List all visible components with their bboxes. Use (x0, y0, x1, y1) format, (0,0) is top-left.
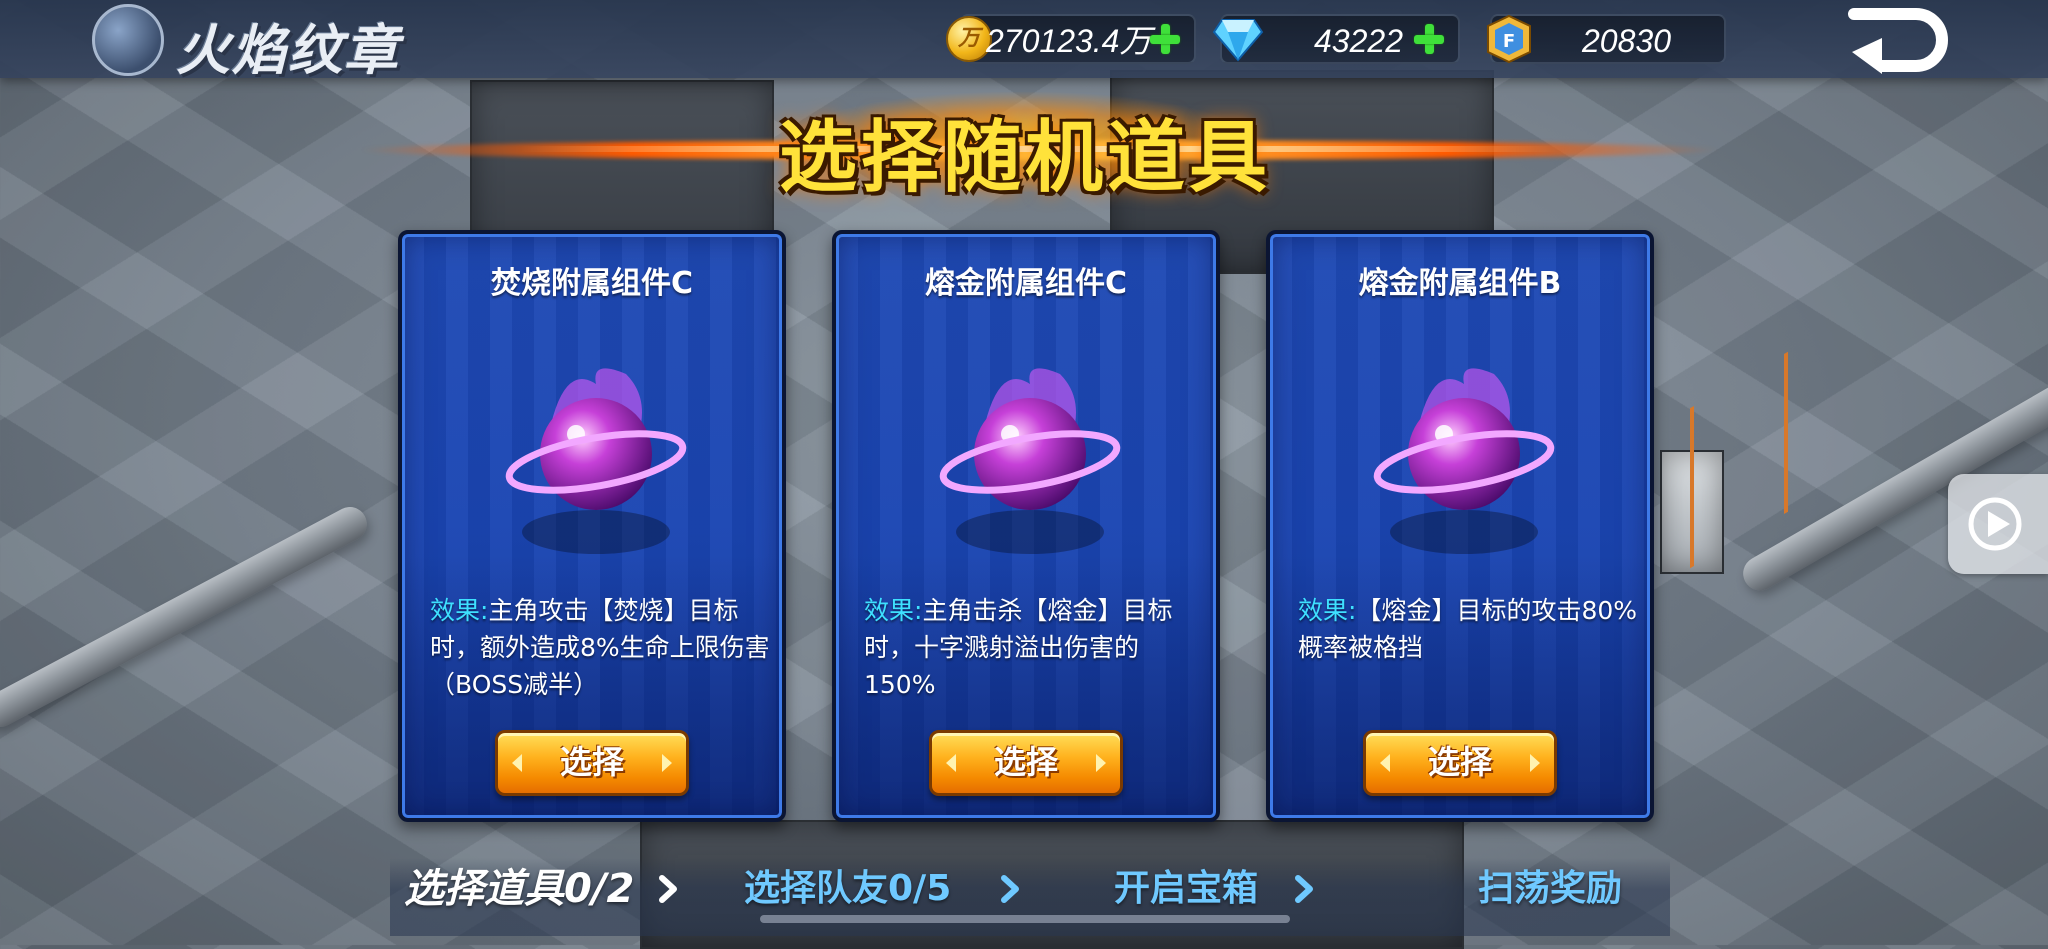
chevron-right-icon (659, 875, 677, 903)
item-card[interactable]: 熔金附属组件C 效果:主角击杀【熔金】目标时，十字溅射溢出伤害的150% 选择 (832, 230, 1220, 822)
item-name: 熔金附属组件B (1358, 266, 1562, 301)
scroll-indicator (760, 915, 1290, 923)
effect-label: 效果: (1298, 596, 1357, 625)
video-button[interactable] (1948, 474, 2048, 574)
item-name: 熔金附属组件C (924, 266, 1128, 301)
gold-value: 270123.4万 (986, 23, 1152, 59)
purple-orb-icon (1373, 368, 1555, 554)
globe-icon (92, 4, 164, 76)
back-button[interactable] (1842, 2, 1954, 74)
badge-icon: F (1487, 14, 1531, 64)
svg-text:F: F (1503, 31, 1515, 52)
effect-label: 效果: (430, 596, 489, 625)
item-card[interactable]: 焚烧附属组件C 效果:主角攻击【焚烧】目标时，额外造成8%生命上限伤害（BOSS… (398, 230, 786, 822)
page-title: 选择随机道具 (778, 113, 1271, 203)
step-open-chest: 开启宝箱 (1114, 868, 1259, 909)
select-button[interactable]: 选择 (495, 730, 689, 796)
item-effect: 效果:主角攻击【焚烧】目标时，额外造成8%生命上限伤害（BOSS减半） (430, 592, 770, 703)
item-effect: 效果:【熔金】目标的攻击80%概率被格挡 (1298, 592, 1638, 666)
step-select-teammates: 选择队友0/5 (744, 868, 952, 909)
add-gold-button[interactable] (1146, 20, 1184, 58)
background-pipe (0, 501, 373, 733)
chevron-right-icon (1001, 875, 1019, 903)
item-effect: 效果:主角击杀【熔金】目标时，十字溅射溢出伤害的150% (864, 592, 1204, 703)
play-icon (1968, 497, 2022, 551)
effect-label: 效果: (864, 596, 923, 625)
add-diamond-button[interactable] (1410, 20, 1448, 58)
diamond-icon (1212, 19, 1264, 62)
item-card[interactable]: 熔金附属组件B 效果:【熔金】目标的攻击80%概率被格挡 选择 (1266, 230, 1654, 822)
badge-value: 20830 (1582, 23, 1671, 59)
select-button[interactable]: 选择 (1363, 730, 1557, 796)
chevron-right-icon (1295, 875, 1313, 903)
purple-orb-icon (939, 368, 1121, 554)
select-button[interactable]: 选择 (929, 730, 1123, 796)
background-railing (1690, 351, 1788, 569)
step-sweep-rewards: 扫荡奖励 (1478, 868, 1623, 909)
diamond-value: 43222 (1314, 23, 1403, 59)
game-title: 火焰纹章 (176, 19, 400, 82)
item-name: 焚烧附属组件C (490, 266, 694, 301)
purple-orb-icon (505, 368, 687, 554)
step-select-item: 选择道具0/2 (404, 866, 635, 912)
